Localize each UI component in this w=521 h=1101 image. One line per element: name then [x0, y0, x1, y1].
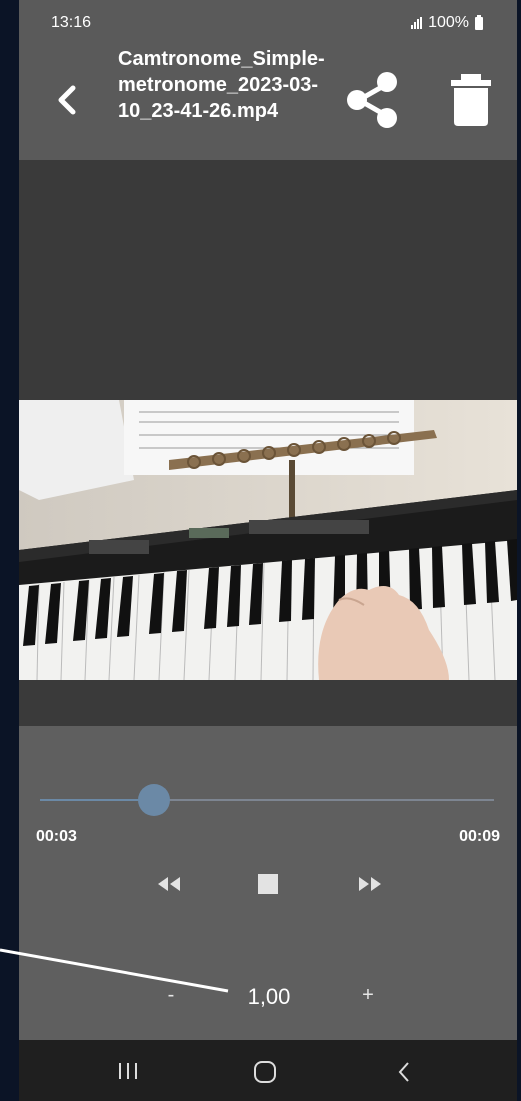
file-title: Camtronome_Simple-metronome_2023-03-10_2…	[118, 48, 325, 122]
battery-icon	[475, 14, 483, 30]
total-time: 00:09	[459, 828, 500, 845]
recents-icon	[119, 1063, 137, 1079]
video-frame[interactable]	[19, 400, 517, 680]
back-button[interactable]	[43, 76, 91, 124]
stop-button[interactable]	[258, 874, 278, 894]
video-area[interactable]	[19, 160, 517, 726]
rewind-icon	[158, 877, 180, 891]
share-button[interactable]	[345, 70, 401, 130]
chevron-left-icon	[58, 85, 76, 115]
status-time: 13:16	[51, 14, 92, 31]
app-bar: Camtronome_Simple-metronome_2023-03-10_2…	[19, 46, 517, 160]
seek-progress	[40, 799, 154, 801]
video-image	[19, 400, 517, 680]
share-icon	[347, 72, 397, 128]
speed-increase-button[interactable]: +	[353, 984, 383, 1007]
current-time: 00:03	[36, 828, 77, 845]
player-controls: 00:03 00:09 - 1,00 +	[19, 726, 517, 1040]
signal-icon	[411, 17, 423, 29]
fast-forward-icon	[359, 877, 381, 891]
back-icon	[398, 1062, 409, 1082]
speed-value: 1,00	[247, 984, 291, 1009]
delete-button[interactable]	[449, 72, 493, 128]
status-right: 100%	[411, 14, 483, 32]
seek-bar[interactable]	[40, 784, 494, 816]
home-icon	[254, 1061, 276, 1083]
recents-button[interactable]	[114, 1060, 142, 1082]
home-button[interactable]	[253, 1060, 277, 1084]
speed-decrease-button[interactable]: -	[157, 984, 185, 1007]
system-nav-bar	[19, 1040, 517, 1101]
nav-back-button[interactable]	[396, 1060, 412, 1084]
fast-forward-button[interactable]	[354, 874, 386, 894]
status-bar: 13:16 100%	[19, 0, 517, 46]
battery-percent: 100%	[428, 14, 469, 31]
phone-screen: 13:16 100% Camtronome_Simple-metronome_2…	[19, 0, 517, 1101]
trash-icon	[451, 74, 491, 126]
rewind-button[interactable]	[153, 874, 185, 894]
seek-thumb[interactable]	[137, 784, 170, 816]
